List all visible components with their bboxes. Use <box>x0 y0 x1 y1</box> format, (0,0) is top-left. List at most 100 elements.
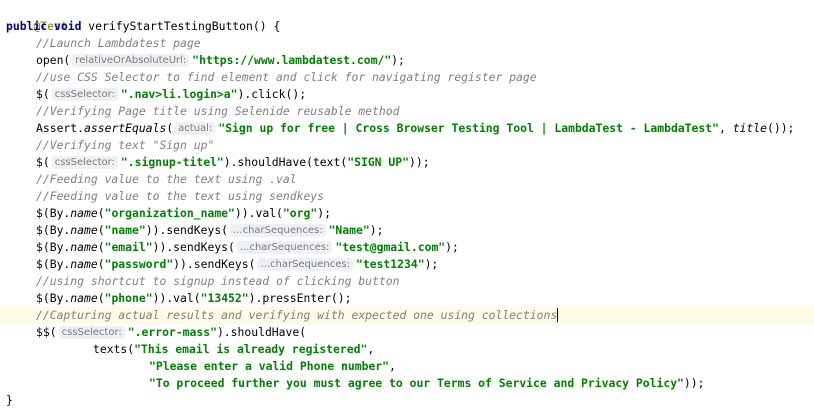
code-text: ( <box>97 206 105 220</box>
method-name: name <box>70 206 98 220</box>
code-line: $$(cssSelector: ".error-mass").shouldHave… <box>36 324 306 341</box>
method-name: name <box>70 291 98 305</box>
code-line: @Test <box>6 1 67 33</box>
comment: //Verifying Page title using Selenide re… <box>36 104 400 118</box>
code-text: )).val( <box>234 206 283 220</box>
comment: //Feeding value to the text using .val <box>36 172 297 186</box>
parameter-hint: ...charSequences: <box>257 258 353 271</box>
code-line: "Please enter a valid Phone number", <box>149 358 396 375</box>
code-line: "To proceed further you must agree to ou… <box>149 375 704 392</box>
code-editor[interactable]: @Test public void verifyStartTestingButt… <box>0 0 814 416</box>
code-line: //using shortcut to signup instead of cl… <box>36 273 399 290</box>
string-literal: "https://www.lambdatest.com/" <box>192 53 392 67</box>
code-text: open( <box>36 53 71 67</box>
comment: //Feeding value to the text using sendke… <box>36 189 325 203</box>
method-name: name <box>70 257 98 271</box>
code-text: Assert. <box>36 121 85 135</box>
method-name: assertEquals <box>84 121 167 135</box>
code-text: ).pressEnter(); <box>248 291 352 305</box>
code-text: ()); <box>766 121 795 135</box>
code-text: )).sendKeys( <box>173 257 256 271</box>
method-name: name <box>70 223 98 237</box>
comment: //using shortcut to signup instead of cl… <box>36 274 400 288</box>
code-text: ); <box>445 240 459 254</box>
code-text: $( <box>36 155 50 169</box>
code-text: ).shouldHave(text( <box>223 155 348 169</box>
code-text: $(By. <box>36 257 71 271</box>
code-text: , <box>389 359 396 373</box>
code-text: ).shouldHave( <box>216 325 307 339</box>
string-literal: "name" <box>104 223 146 237</box>
method-signature: verifyStartTestingButton() { <box>81 19 281 33</box>
code-text: ); <box>424 257 439 271</box>
code-line: //Feeding value to the text using sendke… <box>36 188 324 205</box>
string-literal: "SIGN UP" <box>347 155 409 169</box>
code-text: ( <box>97 257 105 271</box>
parameter-hint: ...charSequences: <box>236 241 333 254</box>
code-line: $(By.name("email")).sendKeys(...charSequ… <box>36 239 459 256</box>
keyword: public void <box>6 19 82 33</box>
code-line: $(By.name("organization_name")).val("org… <box>36 205 331 222</box>
string-literal: "test@gmail.com" <box>335 240 446 254</box>
method-name: title <box>732 121 767 135</box>
parameter-hint: actual: <box>175 122 216 135</box>
code-text: ); <box>317 206 331 220</box>
closing-brace: } <box>6 393 13 407</box>
code-line: Assert.assertEquals(actual: "Sign up for … <box>36 120 794 137</box>
string-literal: "13452" <box>200 291 249 305</box>
code-text: ( <box>97 240 105 254</box>
code-text: )).sendKeys( <box>152 240 235 254</box>
comment: //Verifying text "Sign up" <box>36 138 215 152</box>
code-line: $(cssSelector: ".nav>li.login>a").click()… <box>36 86 306 103</box>
code-text: ( <box>97 223 105 237</box>
string-literal: "org" <box>282 206 318 220</box>
code-text: $(By. <box>36 223 71 237</box>
code-line-current[interactable]: //Capturing actual results and verifying… <box>0 307 814 324</box>
code-text: )); <box>683 376 705 390</box>
method-name: name <box>70 240 98 254</box>
string-literal: "Please enter a valid Phone number" <box>149 359 390 373</box>
parameter-hint: relativeOrAbsoluteUrl: <box>72 54 190 67</box>
parameter-hint: cssSelector: <box>51 88 118 101</box>
string-literal: ".nav>li.login>a" <box>120 87 238 101</box>
string-literal: "password" <box>104 257 174 271</box>
code-line: //use CSS Selector to find element and c… <box>36 69 537 86</box>
string-literal: "organization_name" <box>104 206 235 220</box>
code-line: $(By.name("phone")).val("13452").pressEn… <box>36 290 352 307</box>
code-text: ); <box>369 223 384 237</box>
code-text: $(By. <box>36 240 71 254</box>
parameter-hint: ...charSequences: <box>230 224 326 237</box>
string-literal: "Name" <box>328 223 370 237</box>
string-literal: "This email is already registered" <box>134 342 368 356</box>
code-text: texts( <box>93 342 135 356</box>
code-line: open(relativeOrAbsoluteUrl: "https://www.… <box>36 52 405 69</box>
code-text: $(By. <box>36 206 71 220</box>
code-line: $(By.name("password")).sendKeys(...charS… <box>36 256 438 273</box>
comment: //use CSS Selector to find element and c… <box>36 70 537 84</box>
parameter-hint: cssSelector: <box>51 156 118 169</box>
string-literal: "phone" <box>104 291 153 305</box>
code-line: $(By.name("name")).sendKeys(...charSeque… <box>36 222 383 239</box>
code-line: } <box>6 392 13 409</box>
string-literal: "test1234" <box>356 257 425 271</box>
parameter-hint: cssSelector: <box>58 326 125 339</box>
code-text: $(By. <box>36 291 71 305</box>
code-text: , <box>367 342 375 356</box>
text-caret <box>557 308 559 322</box>
code-text: ).click(); <box>237 87 307 101</box>
string-literal: "email" <box>104 240 153 254</box>
code-line: texts("This email is already registered"… <box>93 341 374 358</box>
code-line: //Verifying Page title using Selenide re… <box>36 103 399 120</box>
code-text: $$( <box>36 325 57 339</box>
string-literal: "To proceed further you must agree to ou… <box>149 376 684 390</box>
code-line: //Launch Lambdatest page <box>36 35 201 52</box>
string-literal: "Sign up for free | Cross Browser Testin… <box>218 121 719 135</box>
comment: //Capturing actual results and verifying… <box>36 308 558 322</box>
comment: //Launch Lambdatest page <box>36 36 201 50</box>
code-text: ( <box>97 291 105 305</box>
string-literal: ".error-mass" <box>127 325 217 339</box>
code-line: $(cssSelector: ".signup-titel").shouldHav… <box>36 154 430 171</box>
string-literal: ".signup-titel" <box>120 155 224 169</box>
code-text: )); <box>408 155 430 169</box>
code-text: $( <box>36 87 50 101</box>
